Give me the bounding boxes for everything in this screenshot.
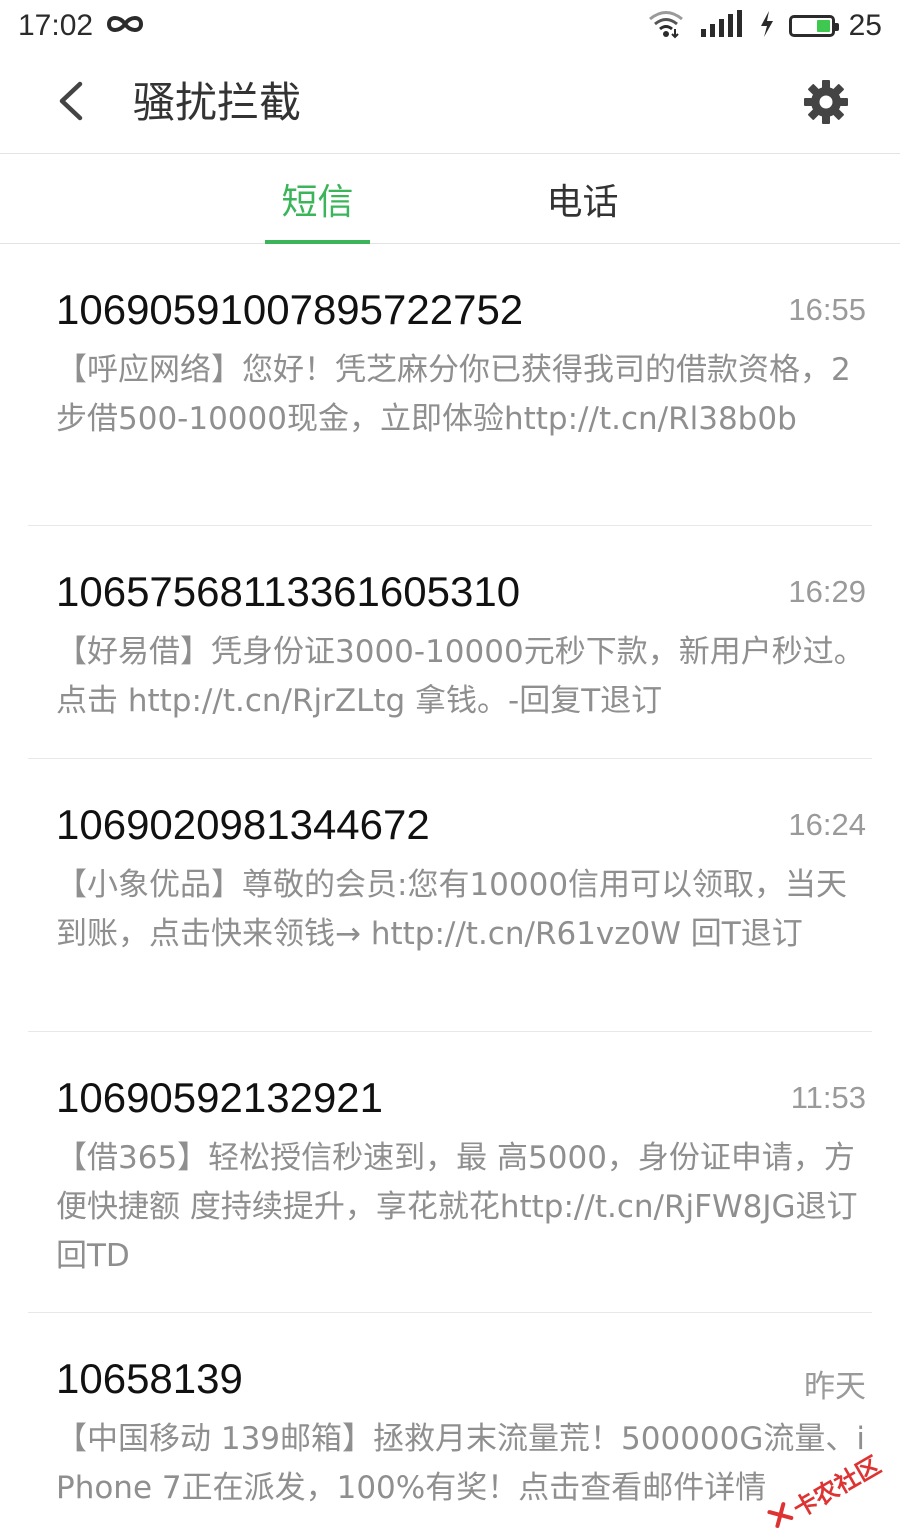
battery-percent: 25 [848,9,882,42]
status-left: 17:02 [18,9,145,43]
tab-bar: 短信 电话 [0,154,900,244]
message-sender: 10658139 [56,1355,243,1402]
message-time: 16:29 [788,574,866,609]
page-title: 骚扰拦截 [133,78,302,127]
status-right: 25 [647,9,882,44]
tab-sms[interactable]: 短信 [265,154,370,243]
message-time: 16:55 [788,292,866,327]
message-sender: 10657568113361605310 [56,568,521,615]
list-item[interactable]: 1069020981344672 16:24 【小象优品】尊敬的会员:您有100… [28,759,872,1032]
message-sender: 1069020981344672 [56,801,430,848]
list-item[interactable]: 10690591007895722752 16:55 【呼应网络】您好！凭芝麻分… [28,244,872,526]
wifi-icon [647,9,685,44]
back-button[interactable] [46,76,96,130]
message-time: 昨天 [804,1369,866,1404]
message-list: 10690591007895722752 16:55 【呼应网络】您好！凭芝麻分… [0,244,900,1513]
status-bar: 17:02 25 [0,0,900,52]
infinity-icon [105,13,145,40]
gear-icon [803,79,849,129]
signal-icon [699,9,745,44]
battery-fill [816,20,830,32]
chevron-left-icon [56,81,86,125]
message-time: 16:24 [788,807,866,842]
message-body: 【中国移动 139邮箱】拯救月末流量荒！500000G流量、iPhone 7正在… [56,1421,865,1506]
list-item[interactable]: 10690592132921 11:53 【借365】轻松授信秒速到，最 高50… [28,1032,872,1313]
message-body: 【小象优品】尊敬的会员:您有10000信用可以领取，当天到账，点击快来领钱→ h… [56,867,848,952]
app-header: 骚扰拦截 [0,52,900,154]
battery-icon [788,15,839,37]
message-body: 【借365】轻松授信秒速到，最 高5000，身份证申请，方便快捷额 度持续提升，… [56,1140,858,1274]
message-sender: 10690591007895722752 [56,286,524,333]
message-body: 【呼应网络】您好！凭芝麻分你已获得我司的借款资格，2步借500-10000现金，… [56,352,851,437]
list-item[interactable]: 10658139 昨天 【中国移动 139邮箱】拯救月末流量荒！500000G流… [28,1313,872,1513]
message-body: 【好易借】凭身份证3000-10000元秒下款，新用户秒过。点击 http://… [56,634,865,719]
message-time: 11:53 [790,1080,866,1115]
status-time: 17:02 [18,9,94,42]
tab-calls[interactable]: 电话 [530,154,635,243]
message-sender: 10690592132921 [56,1074,384,1121]
list-item[interactable]: 10657568113361605310 16:29 【好易借】凭身份证3000… [28,526,872,759]
settings-button[interactable] [802,80,850,128]
charging-icon [759,10,775,43]
